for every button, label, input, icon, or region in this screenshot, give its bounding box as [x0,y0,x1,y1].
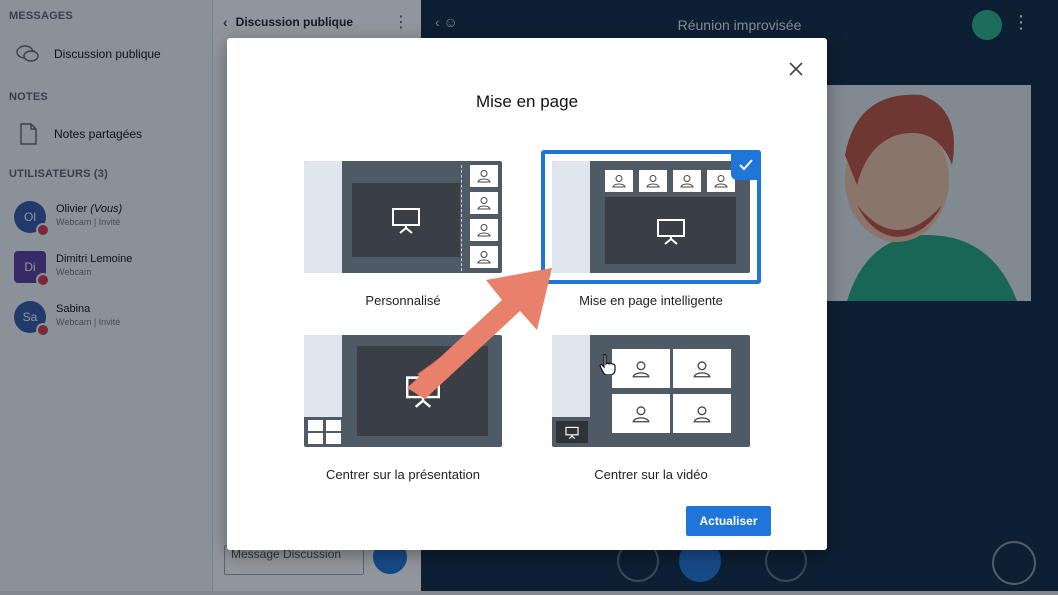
annotation-arrow [407,268,552,399]
